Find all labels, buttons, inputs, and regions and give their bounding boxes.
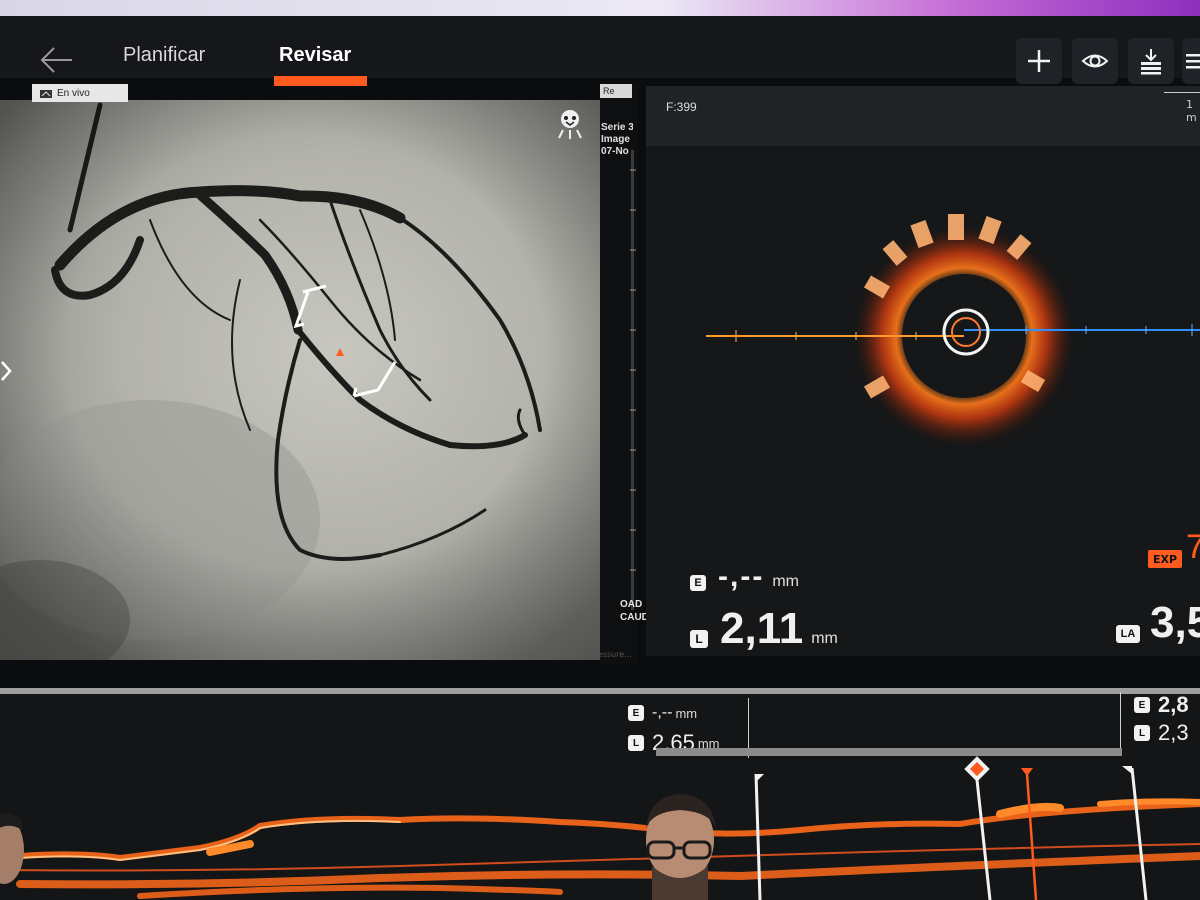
tab-planificar[interactable]: Planificar — [123, 44, 205, 67]
e-value: -,-- — [718, 560, 765, 593]
frame-number: F:399 — [666, 100, 697, 114]
angio-scale-ruler — [630, 150, 636, 610]
la-value: 3,5 — [1150, 598, 1200, 647]
oct-lumen-area: LA 3,5 — [1116, 598, 1200, 648]
segment-right-e-value: 2,8 — [1158, 692, 1189, 717]
top-glow — [0, 0, 1200, 16]
chevron-right-icon — [1, 361, 12, 381]
plus-icon — [1028, 50, 1050, 72]
l-unit: mm — [811, 630, 838, 647]
badge-e: E — [690, 575, 706, 591]
segment-start-marker[interactable] — [748, 768, 768, 900]
badge-e-right: E — [1134, 697, 1150, 713]
angio-footer-text: Pressure... — [590, 650, 632, 659]
segment-range-bar[interactable] — [656, 748, 1122, 756]
reference-marker[interactable] — [1018, 766, 1038, 900]
badge-l: L — [690, 630, 708, 648]
oct-expected-diameter: E -,-- mm — [690, 560, 799, 594]
oct-scale-label: 1 m — [1186, 98, 1197, 124]
menu-button[interactable] — [1182, 38, 1200, 84]
oct-scale-bar — [1164, 92, 1200, 93]
oct-vessel-cross-section — [706, 214, 1200, 446]
export-button[interactable] — [1128, 38, 1174, 84]
coronary-vessels-image — [0, 100, 612, 660]
l-value: 2,11 — [720, 604, 804, 653]
add-button[interactable] — [1016, 38, 1062, 84]
arrow-left-icon — [40, 47, 72, 73]
live-label: En vivo — [57, 87, 90, 99]
segment-right-l-value: 2,3 — [1158, 720, 1189, 745]
current-frame-marker[interactable] — [962, 756, 992, 900]
segment-end-marker[interactable] — [1120, 764, 1150, 900]
xray-tube-icon[interactable] — [556, 108, 584, 140]
orientation-oad: OAD — [620, 599, 643, 610]
badge-l-left: L — [628, 735, 644, 751]
audience-figure — [0, 812, 24, 884]
badge-l-right: L — [1134, 725, 1150, 741]
oct-header: F:399 1 m — [646, 86, 1200, 146]
projection-orientation: OAD CAUD — [620, 598, 649, 624]
expand-left-button[interactable] — [0, 356, 14, 386]
segment-left-e: E -,-- mm — [628, 704, 697, 722]
meta-image: Image — [601, 134, 630, 145]
segment-separator-right — [1120, 692, 1121, 756]
segment-right-e: E 2,8 — [1134, 692, 1189, 718]
eye-icon — [1081, 54, 1109, 68]
view-button[interactable] — [1072, 38, 1118, 84]
badge-e-left: E — [628, 705, 644, 721]
exp-badge[interactable]: EXP — [1148, 550, 1182, 568]
badge-la: LA — [1116, 625, 1140, 643]
menu-icon — [1186, 54, 1200, 69]
exp-value: 7 — [1186, 528, 1200, 566]
back-button[interactable] — [34, 38, 78, 82]
presenter-figure — [646, 794, 716, 900]
e-unit: mm — [772, 573, 799, 590]
active-tab-indicator — [274, 76, 367, 86]
segment-left-e-unit: mm — [675, 705, 698, 721]
top-bar: Planificar Revisar — [0, 16, 1200, 86]
camera-icon — [40, 90, 52, 98]
download-stack-icon — [1141, 49, 1161, 75]
reference-tag[interactable]: Re — [600, 84, 632, 98]
segment-right-l: L 2,3 — [1134, 720, 1189, 746]
orientation-caud: CAUD — [620, 612, 649, 623]
oct-lumen-diameter: L 2,11 mm — [690, 604, 838, 654]
angiography-view[interactable] — [0, 100, 612, 660]
live-view-tag[interactable]: En vivo — [32, 84, 128, 102]
segment-left-e-value: -,-- — [652, 704, 673, 721]
meta-series: Serie 3 — [601, 122, 633, 133]
reference-tag-label: Re — [603, 86, 615, 96]
tab-revisar[interactable]: Revisar — [279, 44, 351, 67]
